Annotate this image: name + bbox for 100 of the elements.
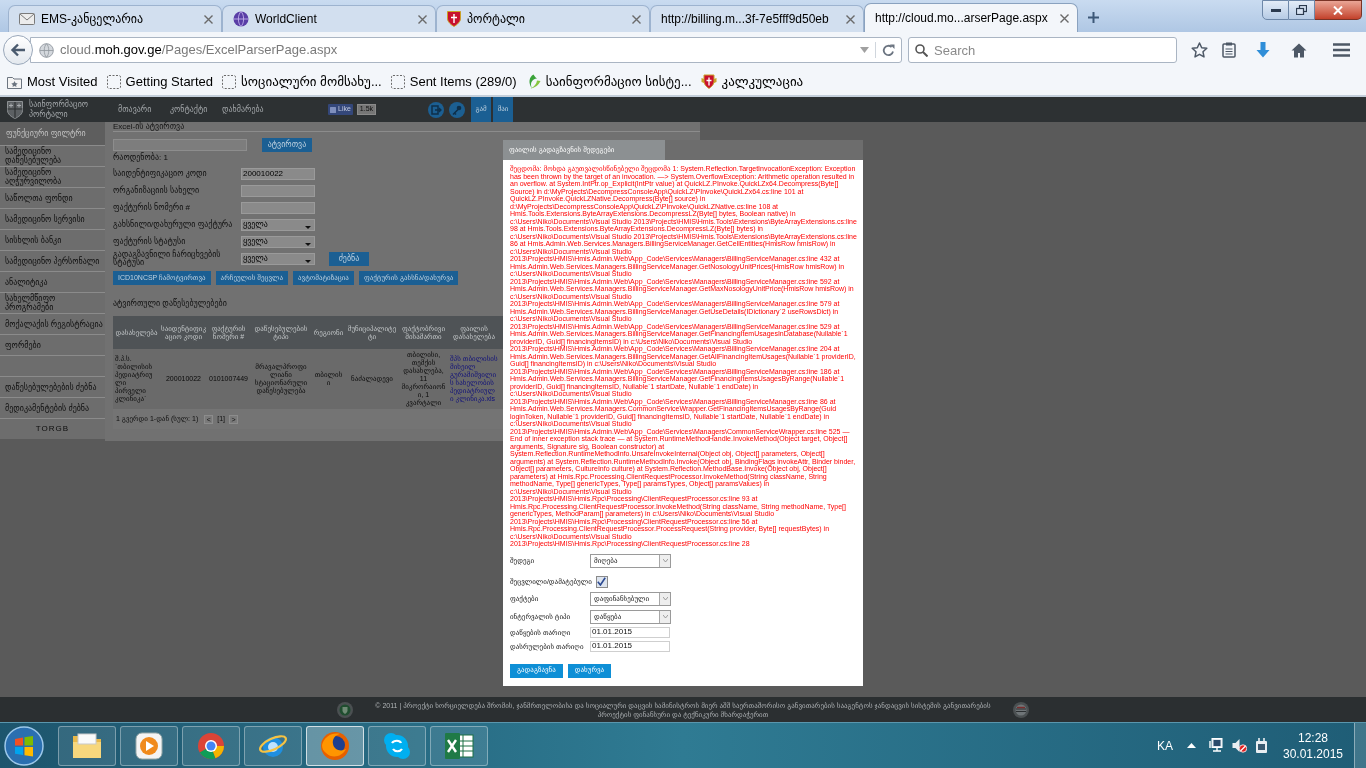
- menu-link[interactable]: დახმარება: [222, 104, 264, 115]
- address-field[interactable]: cloud.moh.gov.ge/Pages/ExcelParserPage.aspx: [30, 37, 902, 63]
- arrow-down-icon[interactable]: [1256, 42, 1270, 58]
- globe-logo-icon: [320, 730, 350, 761]
- sidebar-item[interactable]: სისხლის ბანკი: [5, 235, 62, 245]
- bookmark-item[interactable]: კალკულაცია: [698, 70, 806, 93]
- close-icon[interactable]: [418, 14, 427, 24]
- sidebar-item[interactable]: სამედიცინო სერვისი: [5, 214, 85, 224]
- taskbar-button[interactable]: [430, 725, 488, 766]
- minimize-button[interactable]: [1262, 0, 1289, 20]
- taskbar-button[interactable]: [58, 725, 116, 766]
- bookmark-item[interactable]: Most Visited: [5, 70, 100, 93]
- sidebar-item[interactable]: საწოლთა ფონდი: [5, 193, 73, 203]
- taskbar-button[interactable]: [306, 725, 364, 766]
- arrow-left-icon: [10, 43, 26, 57]
- folder-icon: [72, 732, 102, 759]
- close-icon[interactable]: [204, 14, 213, 24]
- plus-icon[interactable]: [1088, 12, 1099, 23]
- field-label: ორგანიზაციის სახელი: [113, 186, 200, 195]
- menu-icon[interactable]: [1333, 43, 1350, 57]
- start-button[interactable]: [2, 723, 46, 768]
- spreadsheet-icon: [444, 731, 474, 760]
- text-field[interactable]: 200010022: [241, 167, 315, 180]
- menu-link[interactable]: მთავარი: [118, 104, 152, 115]
- bookmark-item[interactable]: საინფორმაციო სისტე...: [523, 70, 694, 93]
- file-field[interactable]: [113, 139, 247, 151]
- bookmark-folder-icon: [7, 74, 22, 89]
- search-button[interactable]: ძებნა: [329, 251, 369, 266]
- date-field[interactable]: 01.01.2015: [590, 626, 670, 638]
- close-icon: [1333, 5, 1343, 15]
- upload-button[interactable]: ატვირთვა: [262, 138, 312, 152]
- caret-down-icon: [662, 559, 668, 562]
- dropdown[interactable]: ყველა: [241, 252, 315, 265]
- sidebar-item[interactable]: სამედიცინო აღჭურვილობა: [5, 168, 103, 186]
- caret-down-icon: [662, 615, 668, 618]
- back-button[interactable]: [3, 35, 33, 65]
- text-field[interactable]: [241, 201, 315, 214]
- dropdown[interactable]: ყველა: [241, 235, 315, 248]
- date-field[interactable]: 01.01.2015: [590, 640, 670, 652]
- bookmark-item[interactable]: სოციალური მომსახუ...: [220, 70, 384, 93]
- language-indicator[interactable]: KA: [1157, 736, 1173, 755]
- emblem-icon: [337, 701, 353, 718]
- cloud-logo-icon: [383, 731, 411, 760]
- taskbar-button[interactable]: [368, 725, 426, 766]
- play-icon: [135, 731, 163, 760]
- section-title: ატვირთული დაწესებულებები: [113, 299, 227, 309]
- envelope-icon: [19, 13, 35, 25]
- dashed-square-icon: [222, 74, 237, 89]
- caret-down-icon: [305, 225, 311, 229]
- caret-down-icon: [305, 242, 311, 246]
- logo-text: პორტალი: [29, 109, 68, 120]
- browser-tab[interactable]: http://cloud.mo...arserPage.aspx: [864, 3, 1078, 32]
- sidebar-item[interactable]: ანალიტიკა: [5, 277, 48, 287]
- bookmark-item[interactable]: Getting Started: [104, 70, 216, 93]
- clipboard-icon[interactable]: [1222, 42, 1236, 58]
- reload-icon[interactable]: [882, 43, 895, 57]
- browser-tab[interactable]: http://billing.m...3f-7e5fff9d50eb: [650, 5, 864, 32]
- logo-text: საინფორმაციო: [29, 99, 89, 110]
- sidebar-item[interactable]: სამედიცინო პერსონალი: [5, 256, 100, 266]
- power-plug-icon[interactable]: [1255, 737, 1268, 754]
- restore-icon: [1296, 5, 1307, 15]
- network-icon[interactable]: [1209, 738, 1223, 753]
- close-icon[interactable]: [1060, 13, 1069, 23]
- sidebar-item[interactable]: სახელმწიფო პროგრამები: [5, 294, 103, 312]
- close-window-button[interactable]: [1315, 0, 1362, 20]
- field-label: ფაქტურის ნომერი #: [113, 203, 190, 212]
- browser-tab[interactable]: EMS-კანცელარია: [8, 5, 222, 32]
- page-title: Excel-ის ატვირთვა: [113, 122, 185, 131]
- close-icon[interactable]: [632, 14, 641, 24]
- close-icon[interactable]: [846, 14, 855, 24]
- sidebar-item[interactable]: მედიკამენტების ძებნა: [5, 403, 90, 413]
- globe-icon: [233, 11, 249, 27]
- browser-tab[interactable]: პორტალი: [436, 5, 650, 32]
- sidebar-item[interactable]: სამედიცინო დაწესებულება: [5, 147, 103, 165]
- home-icon[interactable]: [1291, 42, 1307, 58]
- caret-down-icon[interactable]: [860, 47, 869, 53]
- sidebar-item[interactable]: დაწესებულებების ძებნა: [5, 382, 97, 392]
- taskbar-button[interactable]: [120, 725, 178, 766]
- search-icon: [915, 44, 928, 57]
- bookmark-item[interactable]: Sent Items (289/0): [388, 70, 519, 93]
- taskbar-button[interactable]: [182, 725, 240, 766]
- caret-up-icon[interactable]: [1187, 743, 1196, 748]
- taskbar-button[interactable]: [244, 725, 302, 766]
- field-label: გახსნილი/დახურული ფაქტურა: [113, 220, 233, 229]
- sidebar-item[interactable]: მოქალაქის რეგისტრაცია: [5, 319, 103, 329]
- minimize-icon: [1270, 8, 1281, 12]
- globe-icon: [39, 42, 54, 58]
- star-icon[interactable]: [1191, 42, 1208, 58]
- speaker-muted-icon[interactable]: [1232, 738, 1247, 753]
- field-label: ფაქტურის სტატუსი: [113, 237, 186, 246]
- dropdown[interactable]: ყველა: [241, 218, 315, 231]
- checkbox[interactable]: [595, 575, 608, 588]
- menu-link[interactable]: კონტაქტი: [170, 104, 208, 115]
- browser-tab[interactable]: WorldClient: [222, 5, 436, 32]
- search-field[interactable]: Search: [908, 37, 1177, 63]
- sidebar-item[interactable]: ფორმები: [5, 340, 41, 350]
- checkmark-icon: [597, 577, 607, 586]
- text-field[interactable]: [241, 184, 315, 197]
- restore-button[interactable]: [1289, 0, 1315, 20]
- sidebar-item[interactable]: TORGB: [35, 423, 70, 435]
